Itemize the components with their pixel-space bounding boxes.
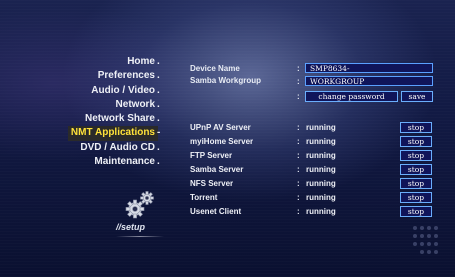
stop-button[interactable]: stop [400, 136, 432, 147]
service-colon: : [297, 207, 300, 216]
stop-button[interactable]: stop [400, 122, 432, 133]
stop-button[interactable]: stop [400, 206, 432, 217]
service-status: running [306, 179, 336, 188]
decorative-dot-pattern [413, 226, 438, 254]
workgroup-colon: : [297, 77, 300, 86]
menu-item-label: Maintenance [94, 156, 155, 168]
menu-item-dvd-audio-cd[interactable]: DVD / Audio CD. [40, 141, 168, 155]
device-name-input[interactable]: SMP8634- [305, 63, 433, 73]
service-colon: : [297, 193, 300, 202]
stop-button[interactable]: stop [400, 178, 432, 189]
menu-dot: . [157, 56, 160, 67]
service-status: running [306, 137, 336, 146]
service-status: running [306, 123, 336, 132]
service-name: NFS Server [190, 179, 234, 188]
menu-item-network-share[interactable]: Network Share. [40, 112, 168, 126]
menu-item-preferences[interactable]: Preferences. [40, 69, 168, 83]
menu-item-maintenance[interactable]: Maintenance. [40, 155, 168, 169]
service-name: FTP Server [190, 151, 233, 160]
menu-dot: . [157, 113, 160, 125]
gears-icon [125, 191, 154, 219]
stop-button[interactable]: stop [400, 164, 432, 175]
setup-underline [116, 236, 164, 237]
menu-item-label: Network [115, 98, 155, 110]
service-colon: : [297, 165, 300, 174]
menu-dot: . [157, 84, 160, 96]
service-colon: : [297, 179, 300, 188]
service-colon: : [297, 151, 300, 160]
service-status: running [306, 151, 336, 160]
service-name: Torrent [190, 193, 218, 202]
workgroup-label: Samba Workgroup [190, 76, 261, 85]
device-name-label: Device Name [190, 64, 240, 73]
menu-dot: . [157, 70, 160, 82]
menu-item-nmt-applications[interactable]: NMT Applications - [40, 126, 168, 141]
service-status: running [306, 207, 336, 216]
service-status: running [306, 193, 336, 202]
change-password-button[interactable]: change password [305, 91, 398, 102]
service-name: Samba Server [190, 165, 244, 174]
password-colon: : [297, 92, 300, 101]
menu-item-home[interactable]: Home. [40, 55, 168, 69]
stop-button[interactable]: stop [400, 150, 432, 161]
menu-dot: . [157, 156, 160, 168]
menu-item-label: NMT Applications [67, 126, 158, 141]
service-colon: : [297, 123, 300, 132]
service-status: running [306, 165, 336, 174]
menu-dot: . [157, 98, 160, 110]
service-name: Usenet Client [190, 207, 242, 216]
save-button[interactable]: save [401, 91, 433, 102]
menu-item-label: Network Share [84, 113, 155, 125]
menu-item-label: DVD / Audio CD [80, 141, 155, 153]
setup-label: //setup [116, 222, 146, 232]
service-colon: : [297, 137, 300, 146]
menu-item-audio-video[interactable]: Audio / Video. [40, 84, 168, 98]
menu-item-label: Home [127, 56, 155, 67]
menu-item-label: Audio / Video [91, 84, 155, 96]
device-name-colon: : [297, 64, 300, 73]
setup-menu: Home. Preferences. Audio / Video. Networ… [40, 55, 168, 169]
menu-dot: - [157, 127, 161, 139]
menu-item-network[interactable]: Network. [40, 98, 168, 112]
menu-dot: . [157, 141, 160, 153]
service-name: UPnP AV Server [190, 123, 251, 132]
stop-button[interactable]: stop [400, 192, 432, 203]
menu-item-label: Preferences [97, 70, 155, 82]
service-name: myiHome Server [190, 137, 254, 146]
workgroup-input[interactable]: WORKGROUP [305, 76, 433, 86]
